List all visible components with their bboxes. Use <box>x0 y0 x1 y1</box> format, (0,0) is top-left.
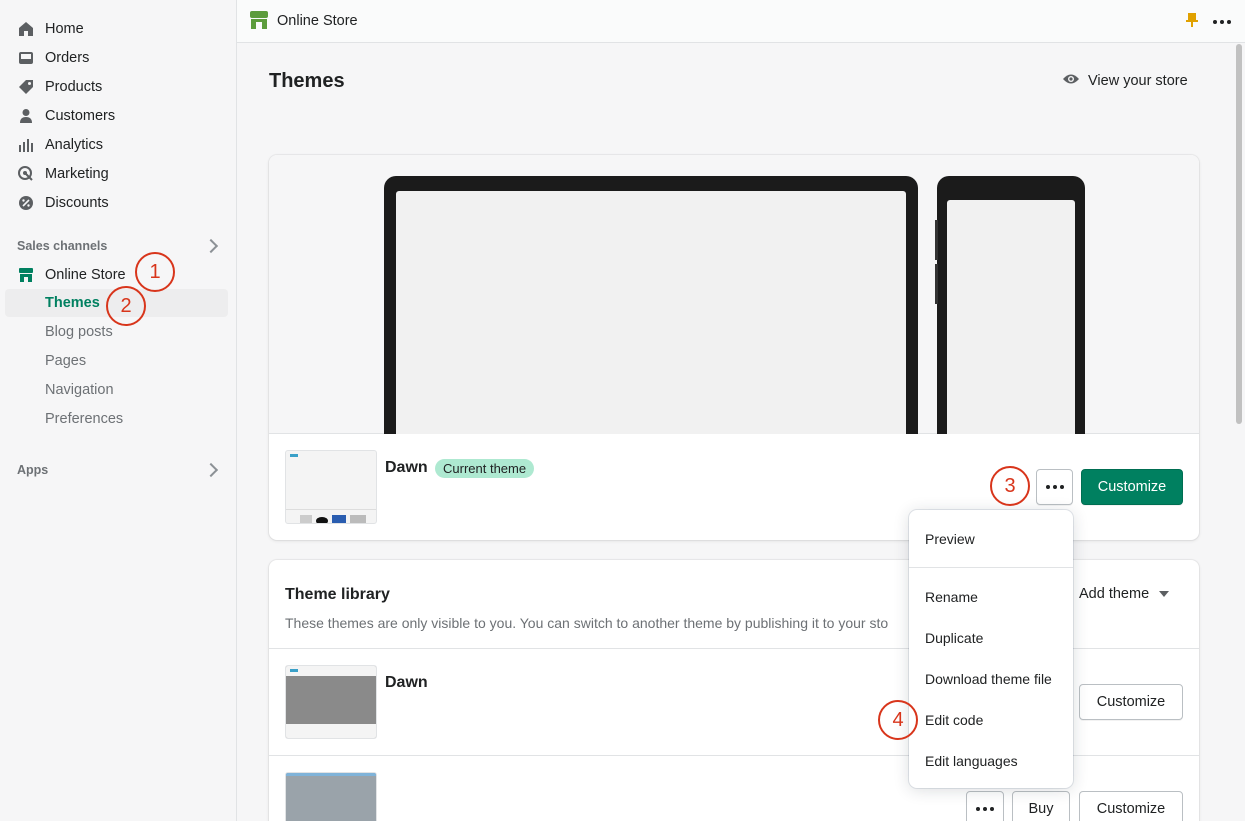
theme-actions-menu: Preview Rename Duplicate Download theme … <box>909 510 1073 788</box>
sidebar-item-products[interactable]: Products <box>5 73 228 101</box>
menu-item-preview[interactable]: Preview <box>925 531 975 547</box>
tag-icon <box>17 78 35 96</box>
view-store-label: View your store <box>1088 73 1188 89</box>
add-theme-button[interactable]: Add theme <box>1079 586 1170 602</box>
sidebar-item-label: Online Store <box>45 267 126 283</box>
sidebar-subitem-label: Blog posts <box>45 324 113 340</box>
menu-item-download-theme-file[interactable]: Download theme file <box>925 671 1052 687</box>
sidebar-item-discounts[interactable]: Discounts <box>5 189 228 217</box>
chevron-right-icon <box>203 238 219 254</box>
sidebar-subitem-label: Navigation <box>45 382 114 398</box>
theme-actions-button[interactable] <box>1036 469 1073 505</box>
sales-channels-label: Sales channels <box>17 239 108 253</box>
sidebar-item-analytics[interactable]: Analytics <box>5 131 228 159</box>
apps-header[interactable]: Apps <box>17 462 228 478</box>
customize-library-theme-button[interactable]: Customize <box>1079 684 1183 720</box>
sidebar-item-label: Home <box>45 21 84 37</box>
top-bar: Online Store <box>237 0 1245 43</box>
library-theme-thumbnail <box>285 665 377 739</box>
menu-item-edit-code[interactable]: Edit code <box>925 712 983 728</box>
mobile-preview <box>935 176 1085 434</box>
customize-library-theme-button-2[interactable]: Customize <box>1079 791 1183 821</box>
customize-current-theme-button[interactable]: Customize <box>1081 469 1183 505</box>
sidebar-subitem-navigation[interactable]: Navigation <box>5 376 228 404</box>
more-horizontal-icon <box>1045 485 1064 489</box>
topbar-title: Online Store <box>277 13 358 29</box>
discount-icon <box>17 194 35 212</box>
theme-thumbnail <box>285 450 377 524</box>
sidebar: Home Orders Products Customers Analytics… <box>0 0 237 821</box>
current-theme-badge: Current theme <box>435 459 535 478</box>
annotation-marker: 4 <box>878 700 918 740</box>
page-title: Themes <box>269 70 345 92</box>
library-theme-name: Dawn <box>385 674 428 691</box>
sidebar-subitem-label: Themes <box>45 295 100 311</box>
current-theme-name: Dawn <box>385 459 428 476</box>
sidebar-item-label: Customers <box>45 108 116 124</box>
sidebar-item-marketing[interactable]: Marketing <box>5 160 228 188</box>
pin-icon[interactable] <box>1185 12 1199 31</box>
menu-item-duplicate[interactable]: Duplicate <box>925 630 983 646</box>
library-theme-actions-button[interactable] <box>966 791 1004 821</box>
menu-item-rename[interactable]: Rename <box>925 589 978 605</box>
library-theme-thumbnail <box>285 772 377 821</box>
annotation-marker: 1 <box>135 252 175 292</box>
theme-preview-hero <box>269 155 1199 434</box>
caret-down-icon <box>1159 591 1170 597</box>
chevron-right-icon <box>203 462 219 478</box>
sidebar-item-home[interactable]: Home <box>5 15 228 43</box>
sidebar-subitem-preferences[interactable]: Preferences <box>5 405 228 433</box>
add-theme-label: Add theme <box>1079 586 1150 602</box>
online-store-icon <box>249 10 269 33</box>
sidebar-subitem-pages[interactable]: Pages <box>5 347 228 375</box>
store-icon <box>17 266 35 284</box>
buy-theme-button[interactable]: Buy <box>1012 791 1070 821</box>
sidebar-item-online-store[interactable]: Online Store <box>5 261 228 289</box>
sidebar-item-label: Discounts <box>45 195 109 211</box>
sidebar-item-label: Products <box>45 79 103 95</box>
more-actions-icon[interactable] <box>1213 19 1231 24</box>
menu-item-edit-languages[interactable]: Edit languages <box>925 753 1018 769</box>
theme-library-description: These themes are only visible to you. Yo… <box>285 615 889 631</box>
apps-label: Apps <box>17 463 49 477</box>
orders-icon <box>17 49 35 67</box>
person-icon <box>17 107 35 125</box>
sidebar-item-orders[interactable]: Orders <box>5 44 228 72</box>
sidebar-item-label: Orders <box>45 50 90 66</box>
scrollbar[interactable] <box>1236 44 1242 424</box>
sidebar-item-label: Marketing <box>45 166 109 182</box>
sidebar-subitem-label: Pages <box>45 353 87 369</box>
annotation-marker: 3 <box>990 466 1030 506</box>
sidebar-item-label: Analytics <box>45 137 104 153</box>
theme-library-title: Theme library <box>285 586 390 603</box>
sales-channels-header[interactable]: Sales channels <box>17 238 228 254</box>
home-icon <box>17 20 35 38</box>
more-horizontal-icon <box>976 807 994 811</box>
desktop-preview <box>384 176 918 434</box>
annotation-marker: 2 <box>106 286 146 326</box>
bar-chart-icon <box>17 136 35 154</box>
sidebar-subitem-label: Preferences <box>45 411 124 427</box>
sidebar-item-customers[interactable]: Customers <box>5 102 228 130</box>
target-icon <box>17 165 35 183</box>
eye-icon <box>1062 72 1080 90</box>
view-store-link[interactable]: View your store <box>1062 72 1188 90</box>
